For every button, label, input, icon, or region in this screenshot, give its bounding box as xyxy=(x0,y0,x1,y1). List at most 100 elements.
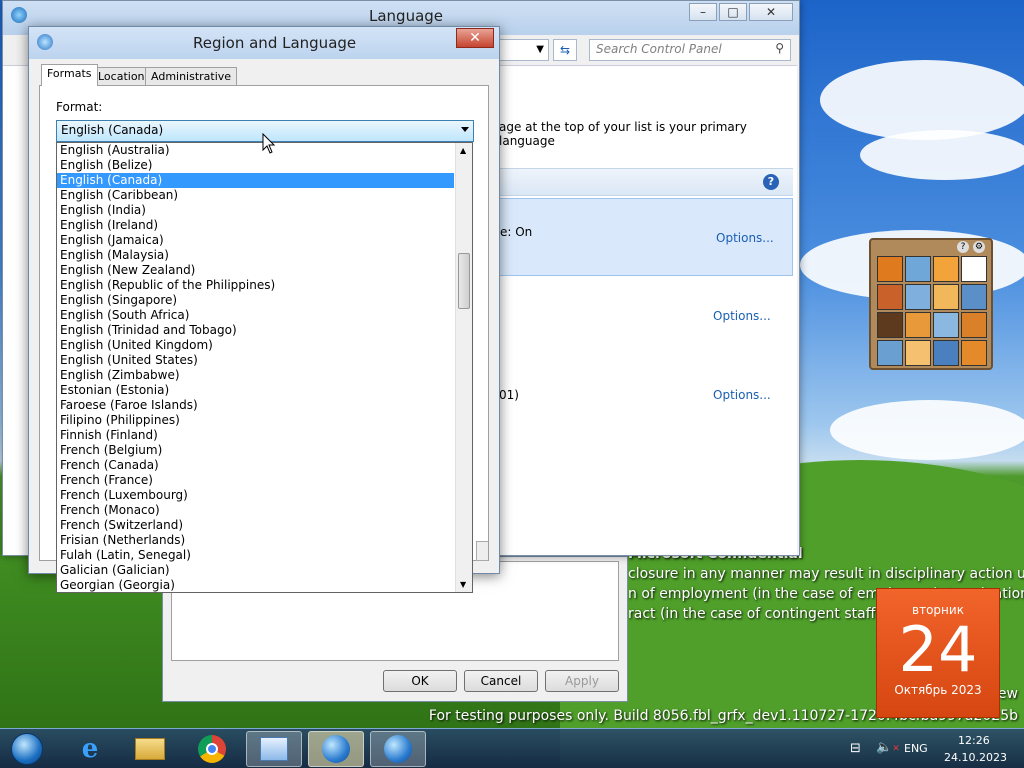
dropdown-item[interactable]: French (Monaco) xyxy=(57,503,454,518)
puzzle-tile[interactable] xyxy=(905,256,931,282)
refresh-button[interactable]: ⇆ xyxy=(553,39,577,61)
cancel-button[interactable]: Cancel xyxy=(464,670,538,692)
taskbar-explorer[interactable] xyxy=(122,731,178,767)
puzzle-tile[interactable] xyxy=(961,284,987,310)
options-link[interactable]: Options... xyxy=(716,231,774,245)
control-panel-icon xyxy=(11,7,27,23)
options-link[interactable]: Options... xyxy=(713,388,771,402)
tab-administrative[interactable]: Administrative xyxy=(145,67,238,86)
dropdown-item[interactable]: Finnish (Finland) xyxy=(57,428,454,443)
dropdown-item[interactable]: English (Canada) xyxy=(57,173,454,188)
dropdown-item[interactable]: French (Switzerland) xyxy=(57,518,454,533)
search-input[interactable]: Search Control Panel ⚲ xyxy=(589,39,791,61)
list-header: ? xyxy=(499,168,793,196)
dropdown-item[interactable]: English (Zimbabwe) xyxy=(57,368,454,383)
help-icon[interactable]: ? xyxy=(763,174,779,190)
dropdown-item[interactable]: English (New Zealand) xyxy=(57,263,454,278)
calendar-gadget[interactable]: вторник 24 Октябрь 2023 xyxy=(876,588,1000,718)
scroll-down-icon[interactable]: ▼ xyxy=(460,580,466,589)
dropdown-item[interactable]: French (France) xyxy=(57,473,454,488)
format-dropdown-list[interactable]: English (Australia) English (Belize) Engli… xyxy=(56,142,473,593)
puzzle-tile[interactable] xyxy=(933,312,959,338)
address-dropdown[interactable]: ▼ xyxy=(499,39,549,61)
calendar-day: 24 xyxy=(898,613,978,686)
settings-icon[interactable]: ⚙ xyxy=(973,241,985,253)
language-indicator[interactable]: ENG xyxy=(904,742,928,755)
dropdown-item[interactable]: English (United States) xyxy=(57,353,454,368)
puzzle-tile[interactable] xyxy=(933,284,959,310)
puzzle-tile[interactable] xyxy=(877,312,903,338)
dropdown-item[interactable]: Frisian (Netherlands) xyxy=(57,533,454,548)
puzzle-tile[interactable] xyxy=(905,312,931,338)
dropdown-item[interactable]: Estonian (Estonia) xyxy=(57,383,454,398)
puzzle-tile[interactable] xyxy=(961,312,987,338)
taskbar-ie[interactable]: e xyxy=(62,731,118,767)
dropdown-item[interactable]: English (Republic of the Philippines) xyxy=(57,278,454,293)
dropdown-item[interactable]: English (Trinidad and Tobago) xyxy=(57,323,454,338)
dropdown-scrollbar[interactable]: ▲ ▼ xyxy=(455,143,472,592)
dialog-titlebar: Region and Language ✕ xyxy=(29,27,499,59)
dropdown-item[interactable]: English (Ireland) xyxy=(57,218,454,233)
puzzle-tile[interactable] xyxy=(933,340,959,366)
dropdown-item[interactable]: English (India) xyxy=(57,203,454,218)
dropdown-item[interactable]: English (South Africa) xyxy=(57,308,454,323)
scrollbar-thumb[interactable] xyxy=(458,253,470,309)
tab-location[interactable]: Location xyxy=(92,67,151,86)
scroll-up-icon[interactable]: ▲ xyxy=(460,146,466,155)
puzzle-tile[interactable] xyxy=(961,340,987,366)
partial-text: 01) xyxy=(499,388,519,402)
language-row-selected[interactable]: e: On Options... xyxy=(499,198,793,276)
ok-button[interactable]: OK xyxy=(383,670,457,692)
tab-formats[interactable]: Formats xyxy=(41,64,98,86)
dropdown-item[interactable]: English (Jamaica) xyxy=(57,233,454,248)
dropdown-item[interactable]: Georgian (Georgia) xyxy=(57,578,454,592)
dropdown-item[interactable]: Galician (Galician) xyxy=(57,563,454,578)
dropdown-item[interactable]: Faroese (Faroe Islands) xyxy=(57,398,454,413)
puzzle-tile[interactable] xyxy=(877,340,903,366)
dialog-button-edge xyxy=(476,541,488,561)
puzzle-tile[interactable] xyxy=(877,256,903,282)
taskbar-region-globe[interactable] xyxy=(308,731,364,767)
search-placeholder: Search Control Panel xyxy=(596,42,722,56)
close-button[interactable]: ✕ xyxy=(749,3,793,21)
dropdown-item[interactable]: English (Malaysia) xyxy=(57,248,454,263)
apply-button[interactable]: Apply xyxy=(545,670,619,692)
calendar-month-year: Октябрь 2023 xyxy=(894,683,982,697)
taskbar-language-globe[interactable] xyxy=(370,731,426,767)
search-icon: ⚲ xyxy=(775,41,784,55)
maximize-button[interactable]: □ xyxy=(719,3,747,21)
dropdown-item[interactable]: English (Caribbean) xyxy=(57,188,454,203)
dropdown-item[interactable]: English (Singapore) xyxy=(57,293,454,308)
dropdown-item[interactable]: French (Luxembourg) xyxy=(57,488,454,503)
puzzle-tile[interactable] xyxy=(905,340,931,366)
language-window-title: Language xyxy=(369,7,444,25)
minimize-button[interactable]: – xyxy=(689,3,717,21)
puzzle-tile[interactable] xyxy=(877,284,903,310)
dropdown-item[interactable]: English (United Kingdom) xyxy=(57,338,454,353)
cloud xyxy=(820,60,1024,140)
dropdown-item[interactable]: English (Australia) xyxy=(57,143,454,158)
taskbar-chrome[interactable] xyxy=(184,731,240,767)
dropdown-item[interactable]: English (Belize) xyxy=(57,158,454,173)
globe-icon xyxy=(384,735,412,763)
dropdown-item[interactable]: French (Belgium) xyxy=(57,443,454,458)
puzzle-tile[interactable] xyxy=(905,284,931,310)
dropdown-item[interactable]: French (Canada) xyxy=(57,458,454,473)
dropdown-item[interactable]: Fulah (Latin, Senegal) xyxy=(57,548,454,563)
start-button[interactable] xyxy=(0,731,54,767)
options-link[interactable]: Options... xyxy=(713,309,771,323)
puzzle-gadget[interactable]: ? ⚙ xyxy=(869,238,993,370)
volume-muted-icon[interactable]: 🔈✕ xyxy=(876,740,900,755)
network-icon[interactable]: ⊟ xyxy=(850,741,861,756)
clock-date[interactable]: 24.10.2023 xyxy=(944,751,1007,764)
close-button[interactable]: ✕ xyxy=(456,28,494,48)
clock-time[interactable]: 12:26 xyxy=(958,734,990,747)
dropdown-item[interactable]: Filipino (Philippines) xyxy=(57,413,454,428)
chevron-down-icon: ▼ xyxy=(536,44,544,55)
help-icon[interactable]: ? xyxy=(957,241,969,253)
format-label: Format: xyxy=(56,100,103,114)
puzzle-tile[interactable] xyxy=(933,256,959,282)
dialog-title: Region and Language xyxy=(193,34,357,52)
puzzle-tile[interactable] xyxy=(961,256,987,282)
taskbar-control-panel[interactable] xyxy=(246,731,302,767)
